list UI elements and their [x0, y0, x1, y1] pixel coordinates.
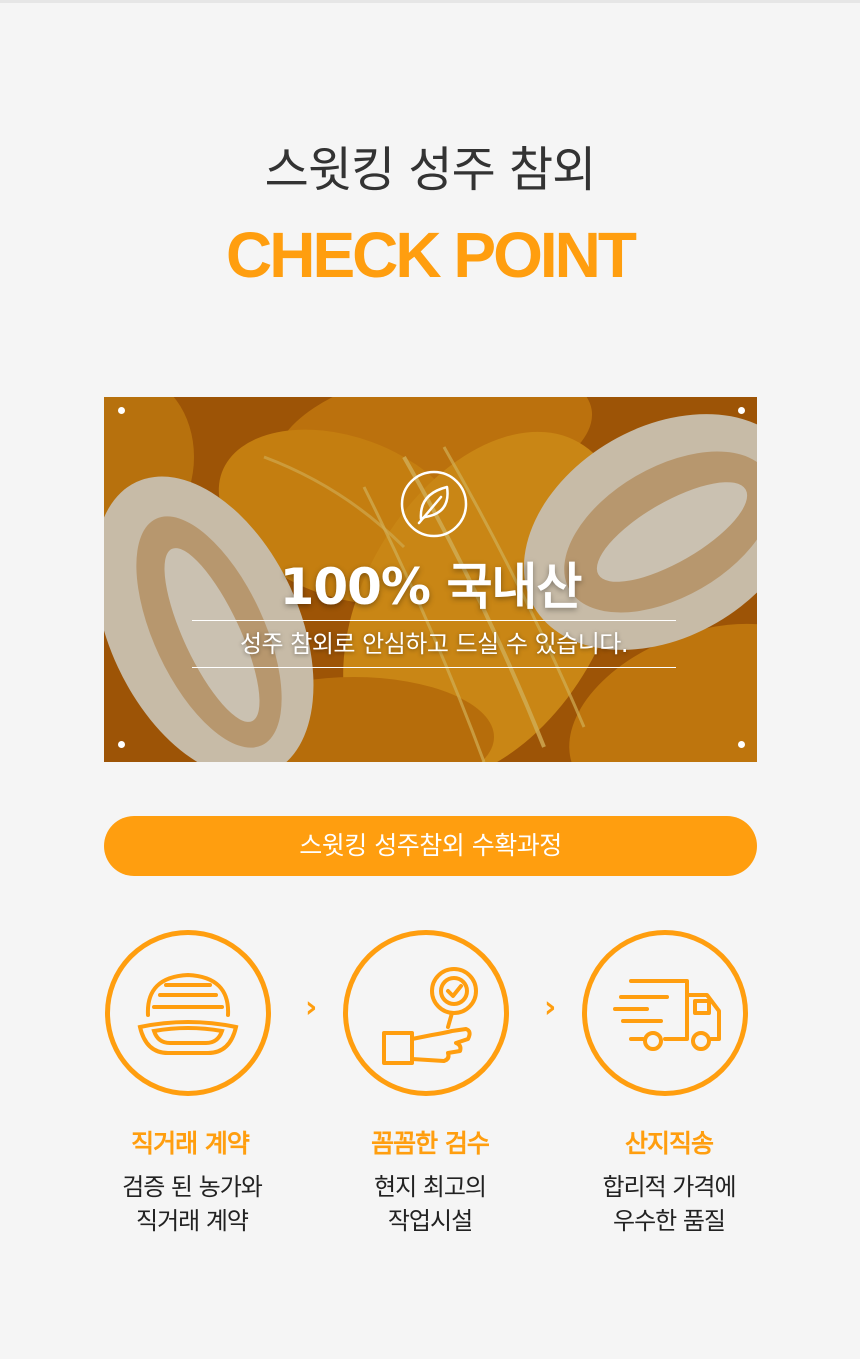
step-arrow: ›	[305, 990, 318, 1025]
step-desc-line: 직거래 계약	[135, 1207, 249, 1235]
step-title: 직거래 계약	[131, 1129, 250, 1158]
step-description: 검증 된 농가와 직거래 계약	[72, 1170, 312, 1238]
step-description: 현지 최고의 작업시설	[310, 1170, 550, 1238]
step-title: 꼼꼼한 검수	[371, 1129, 490, 1158]
page-title: 스윗킹 성주 참외	[264, 142, 597, 198]
corner-dot	[738, 407, 745, 414]
corner-dot	[118, 741, 125, 748]
corner-dot	[738, 741, 745, 748]
corner-dot	[118, 407, 125, 414]
inspection-icon	[382, 967, 478, 1065]
top-divider	[0, 0, 860, 3]
leaf-icon	[400, 470, 468, 538]
step-desc-line: 합리적 가격에	[602, 1173, 736, 1201]
banner-headline: 100% 국내산	[279, 558, 583, 616]
step-desc-line: 현지 최고의	[373, 1173, 487, 1201]
step-title: 산지직송	[624, 1129, 714, 1158]
step-desc-line: 작업시설	[387, 1207, 473, 1235]
page-subtitle: CHECK POINT	[226, 219, 637, 291]
melon-icon	[137, 972, 239, 1055]
step-circle-contract	[105, 930, 271, 1096]
banner-image: 100% 국내산 성주 참외로 안심하고 드실 수 있습니다.	[104, 397, 757, 762]
step-circle-inspection	[343, 930, 509, 1096]
step-circle-delivery	[582, 930, 748, 1096]
step-desc-line: 우수한 품질	[612, 1207, 726, 1235]
step-arrow: ›	[544, 990, 557, 1025]
process-pill: 스윗킹 성주참외 수확과정	[104, 816, 757, 876]
delivery-truck-icon	[613, 979, 721, 1051]
step-desc-line: 검증 된 농가와	[122, 1173, 263, 1201]
banner-caption: 성주 참외로 안심하고 드실 수 있습니다.	[192, 620, 676, 668]
step-description: 합리적 가격에 우수한 품질	[549, 1170, 789, 1238]
